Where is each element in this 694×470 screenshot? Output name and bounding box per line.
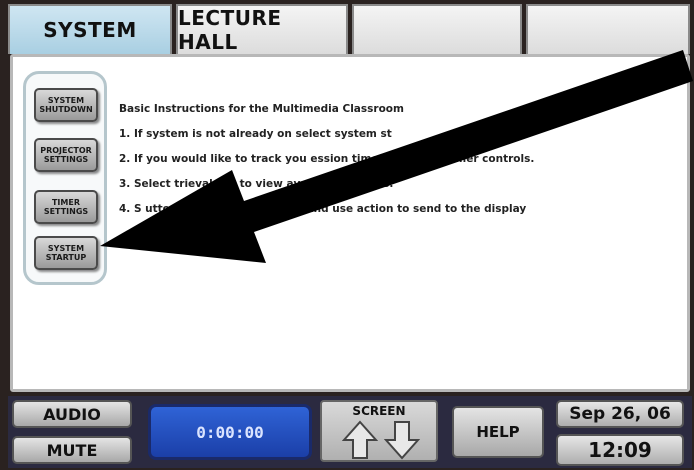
tab-bar: SYSTEM LECTURE HALL: [8, 4, 692, 54]
system-shutdown-button[interactable]: SYSTEM SHUTDOWN: [34, 88, 98, 122]
instructions-heading: Basic Instructions for the Multimedia Cl…: [119, 103, 404, 115]
instruction-line: 2. If you would like to track you ession…: [119, 153, 535, 165]
tab-blank-3[interactable]: [352, 4, 522, 54]
tab-lecture-hall[interactable]: LECTURE HALL: [176, 4, 348, 54]
touch-panel-frame: SYSTEM LECTURE HALL SYSTEM SHUTDOWN PROJ…: [0, 0, 694, 470]
instruction-line: 4. S utton to preview the sorce and use …: [119, 203, 527, 215]
system-button-group: SYSTEM SHUTDOWN PROJECTOR SETTINGS TIMER…: [23, 71, 107, 285]
system-startup-button[interactable]: SYSTEM STARTUP: [34, 236, 98, 270]
mute-button[interactable]: MUTE: [12, 436, 132, 464]
instructions: Basic Instructions for the Multimedia Cl…: [119, 103, 679, 228]
screen-down-arrow-icon[interactable]: [384, 420, 420, 460]
instruction-line: 1. If system is not already on select sy…: [119, 128, 392, 140]
instruction-line: 3. Select trieval tab to view available …: [119, 178, 394, 190]
screen-label: SCREEN: [352, 404, 406, 418]
screen-up-arrow-icon[interactable]: [342, 420, 378, 460]
tab-system[interactable]: SYSTEM: [8, 4, 172, 54]
help-button[interactable]: HELP: [452, 406, 544, 458]
date-display: Sep 26, 06: [556, 400, 684, 428]
bottom-control-bar: AUDIO MUTE 0:00:00 SCREEN HELP Sep 26, 0…: [8, 396, 692, 468]
tab-blank-4[interactable]: [526, 4, 690, 54]
projector-settings-button[interactable]: PROJECTOR SETTINGS: [34, 138, 98, 172]
session-timer-display: 0:00:00: [148, 404, 312, 460]
clock-display: 12:09: [556, 434, 684, 466]
timer-settings-button[interactable]: TIMER SETTINGS: [34, 190, 98, 224]
main-panel: SYSTEM SHUTDOWN PROJECTOR SETTINGS TIMER…: [10, 54, 690, 392]
screen-control: SCREEN: [320, 400, 438, 462]
audio-button[interactable]: AUDIO: [12, 400, 132, 428]
